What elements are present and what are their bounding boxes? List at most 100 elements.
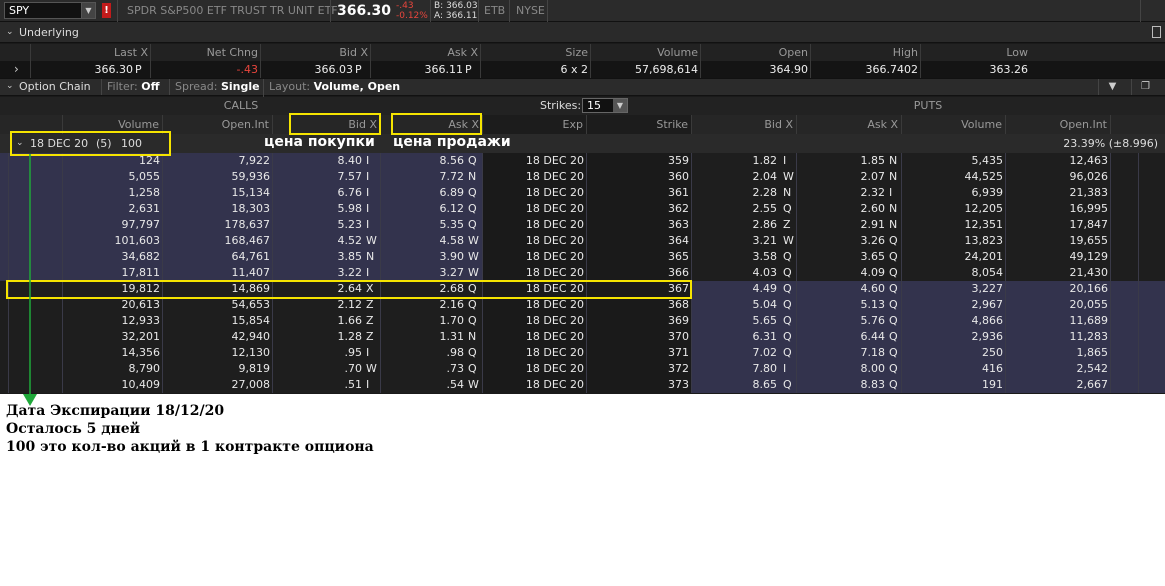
calls-open-int-cell[interactable]: 178,637 [162,217,272,233]
strike-cell[interactable]: 362 [586,201,691,217]
puts-open-int-cell[interactable]: 21,430 [1005,265,1110,281]
puts-open-int-cell[interactable]: 1,865 [1005,345,1110,361]
calls-bid-cell[interactable]: 1.66 [272,313,364,329]
puts-bid-cell[interactable]: 5.65 [691,313,779,329]
calls-ask-exchange-cell[interactable]: W [466,233,482,249]
calls-bid-cell[interactable]: 7.57 [272,169,364,185]
puts-open-int-cell[interactable]: 19,655 [1005,233,1110,249]
puts-volume-cell[interactable]: 191 [901,377,1005,393]
calls-ask-cell[interactable]: .98 [380,345,466,361]
calls-ask-cell[interactable]: 6.89 [380,185,466,201]
puts-ask-exchange-cell[interactable]: N [887,217,901,233]
puts-bid-exchange-cell[interactable]: Q [781,345,796,361]
puts-ask-cell[interactable]: 6.44 [796,329,887,345]
exp-date-cell[interactable]: 18 DEC 20 [482,297,586,313]
puts-bid-exchange-cell[interactable]: Q [781,329,796,345]
puts-ask-exchange-cell[interactable]: Q [887,329,901,345]
puts-bid-cell[interactable]: 2.55 [691,201,779,217]
puts-volume-cell[interactable]: 6,939 [901,185,1005,201]
detach-icon[interactable]: ❐ [1131,79,1159,95]
table-row[interactable]: 124 7,922 8.40 I 8.56 Q 18 DEC 20 359 1.82 I 1.85 N… [0,153,1165,169]
puts-bid-cell[interactable]: 3.21 [691,233,779,249]
calls-ask-cell[interactable]: 1.70 [380,313,466,329]
calls-ask-exchange-cell[interactable]: Q [466,361,482,377]
calls-ask-cell[interactable]: 2.16 [380,297,466,313]
puts-ask-cell[interactable]: 3.65 [796,249,887,265]
puts-volume-cell[interactable]: 24,201 [901,249,1005,265]
calls-ask-cell[interactable]: .54 [380,377,466,393]
puts-ask-cell[interactable]: 8.83 [796,377,887,393]
strike-cell[interactable]: 369 [586,313,691,329]
puts-bid-cell[interactable]: 2.04 [691,169,779,185]
puts-bid-exchange-cell[interactable]: Q [781,265,796,281]
calls-ask-exchange-cell[interactable]: N [466,169,482,185]
puts-ask-cell[interactable]: 2.07 [796,169,887,185]
puts-bid-cell[interactable]: 7.80 [691,361,779,377]
puts-open-int-cell[interactable]: 11,689 [1005,313,1110,329]
calls-bid-exchange-cell[interactable]: W [364,361,380,377]
table-row[interactable]: 14,356 12,130.95 I .98 Q 18 DEC 20 371 7.02 Q 7.1… [0,345,1165,361]
calls-open-int-cell[interactable]: 42,940 [162,329,272,345]
puts-open-int-cell[interactable]: 17,847 [1005,217,1110,233]
calls-ask-exchange-cell[interactable]: W [466,377,482,393]
puts-bid-exchange-cell[interactable]: Q [781,313,796,329]
menu-triangle-icon[interactable]: ▼ [1098,79,1126,95]
table-row[interactable]: 8,790 9,819.70 W .73 Q 18 DEC 20 372 7.80 I 8.00 Q… [0,361,1165,377]
calls-volume-cell[interactable]: 101,603 [62,233,162,249]
puts-volume-cell[interactable]: 3,227 [901,281,1005,297]
puts-bid-exchange-cell[interactable]: I [781,153,796,169]
puts-volume-cell[interactable]: 13,823 [901,233,1005,249]
puts-open-int-header[interactable]: Open.Int [1005,115,1110,134]
calls-ask-cell[interactable]: 6.12 [380,201,466,217]
table-row[interactable]: 5,055 59,936 7.57 I 7.72 N 18 DEC 20 360 2.04 W 2.… [0,169,1165,185]
puts-ask-cell[interactable]: 2.60 [796,201,887,217]
calls-volume-cell[interactable]: 12,933 [62,313,162,329]
table-row[interactable]: 17,811 11,407 3.22 I 3.27 W 18 DEC 20 366 4.03 Q 4… [0,265,1165,281]
chevron-down-icon[interactable]: ⌄ [6,81,14,91]
calls-bid-exchange-cell[interactable]: I [364,169,380,185]
puts-ask-cell[interactable]: 7.18 [796,345,887,361]
alert-flag-icon[interactable]: ! [102,3,111,18]
puts-open-int-cell[interactable]: 11,283 [1005,329,1110,345]
exp-date-cell[interactable]: 18 DEC 20 [482,361,586,377]
strike-header[interactable]: Strike [586,115,691,134]
strike-cell[interactable]: 361 [586,185,691,201]
puts-volume-cell[interactable]: 8,054 [901,265,1005,281]
puts-ask-cell[interactable]: 5.13 [796,297,887,313]
calls-ask-cell[interactable]: 7.72 [380,169,466,185]
table-row[interactable]: 1,258 15,134 6.76 I 6.89 Q 18 DEC 20 361 2.28 N 2.… [0,185,1165,201]
filter-dropdown[interactable]: Filter: Off [101,79,165,95]
table-row[interactable]: 97,797 178,637 5.23 I 5.35 Q 18 DEC 20 363 2.86 Z… [0,217,1165,233]
puts-bid-cell[interactable]: 2.28 [691,185,779,201]
calls-ask-exchange-cell[interactable]: Q [466,201,482,217]
exp-date-cell[interactable]: 18 DEC 20 [482,313,586,329]
puts-bid-cell[interactable]: 1.82 [691,153,779,169]
puts-bid-exchange-cell[interactable]: Q [781,281,796,297]
exp-date-cell[interactable]: 18 DEC 20 [482,329,586,345]
expiration-row[interactable]: ⌄ 18 DEC 20 (5) 100 23.39% (±8.996) [0,134,1165,153]
puts-ask-exchange-cell[interactable]: Q [887,233,901,249]
chevron-down-icon[interactable]: ⌄ [6,27,14,37]
calls-bid-exchange-cell[interactable]: I [364,201,380,217]
calls-open-int-cell[interactable]: 168,467 [162,233,272,249]
calls-bid-cell[interactable]: 5.98 [272,201,364,217]
puts-ask-cell[interactable]: 3.26 [796,233,887,249]
puts-ask-cell[interactable]: 4.09 [796,265,887,281]
puts-open-int-cell[interactable]: 96,026 [1005,169,1110,185]
calls-open-int-cell[interactable]: 27,008 [162,377,272,393]
puts-ask-cell[interactable]: 2.91 [796,217,887,233]
puts-bid-cell[interactable]: 6.31 [691,329,779,345]
puts-volume-header[interactable]: Volume [901,115,1005,134]
calls-bid-exchange-cell[interactable]: I [364,377,380,393]
table-row[interactable]: 12,933 15,854 1.66 Z 1.70 Q 18 DEC 20 369 5.65 Q 5… [0,313,1165,329]
calls-bid-exchange-cell[interactable]: I [364,345,380,361]
calls-open-int-cell[interactable]: 54,653 [162,297,272,313]
calls-volume-cell[interactable]: 5,055 [62,169,162,185]
calls-bid-cell[interactable]: 4.52 [272,233,364,249]
puts-ask-exchange-cell[interactable]: Q [887,313,901,329]
table-row[interactable]: 10,409 27,008.51 I .54 W 18 DEC 20 373 8.65 Q 8.8… [0,377,1165,393]
puts-ask-cell[interactable]: 1.85 [796,153,887,169]
chevron-down-icon[interactable]: ▼ [613,99,627,112]
table-row[interactable]: 20,613 54,653 2.12 Z 2.16 Q 18 DEC 20 368 5.04 Q 5… [0,297,1165,313]
calls-ask-exchange-cell[interactable]: Q [466,345,482,361]
